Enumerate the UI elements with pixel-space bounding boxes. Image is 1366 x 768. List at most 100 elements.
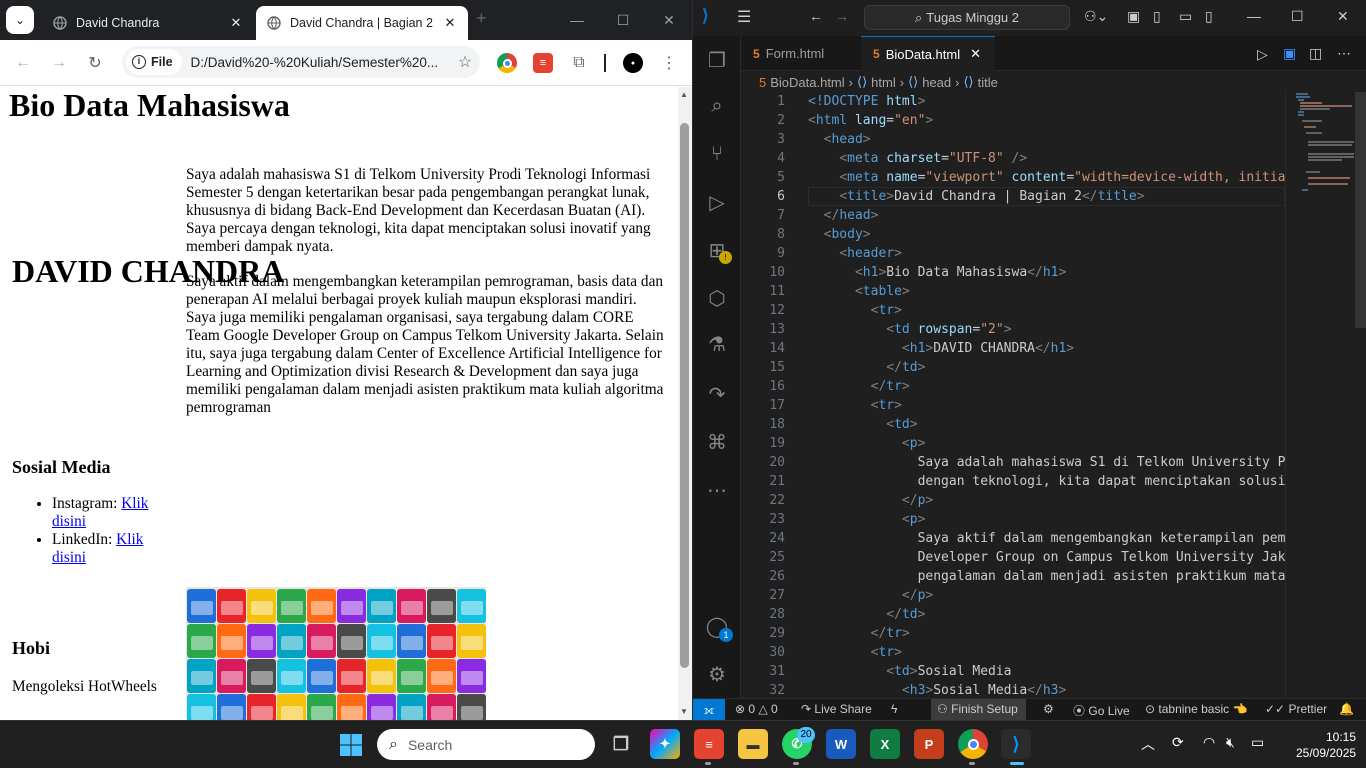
code-line[interactable]: 9 <header> (741, 244, 1285, 263)
source-control-icon[interactable]: ⑂ (705, 142, 729, 166)
battery-icon[interactable]: ▭ (1251, 734, 1264, 751)
run-debug-icon[interactable]: ▷ (705, 190, 729, 214)
code-line[interactable]: 10 <h1>Bio Data Mahasiswa</h1> (741, 263, 1285, 282)
close-tab-icon[interactable]: ✕ (442, 15, 458, 31)
extensions-puzzle-icon[interactable]: ⧉ (569, 53, 589, 73)
code-line[interactable]: 30 <tr> (741, 643, 1285, 662)
code-line[interactable]: 25 Developer Group on Campus Telkom Univ… (741, 548, 1285, 567)
code-line[interactable]: 13 <td rowspan="2"> (741, 320, 1285, 339)
code-line[interactable]: 28 </td> (741, 605, 1285, 624)
code-line[interactable]: 17 <tr> (741, 396, 1285, 415)
code-line[interactable]: 18 <td> (741, 415, 1285, 434)
live-share-status[interactable]: ↷ Live Share (801, 702, 872, 716)
scroll-up-icon[interactable]: ▲ (680, 90, 688, 99)
browser-tab-active[interactable]: David Chandra | Bagian 2 ✕ (256, 6, 468, 40)
extensions-sync-icon[interactable]: ⚙ (1043, 702, 1054, 716)
code-line[interactable]: 19 <p> (741, 434, 1285, 453)
file-explorer-icon[interactable]: ▬ (738, 729, 768, 759)
task-view-icon[interactable]: ❐ (606, 729, 636, 759)
more-actions-icon[interactable]: ⋯ (1337, 45, 1351, 62)
code-line[interactable]: 29 </tr> (741, 624, 1285, 643)
todoist-icon[interactable]: ≡ (533, 53, 553, 73)
code-line[interactable]: 22 </p> (741, 491, 1285, 510)
code-line[interactable]: 24 Saya aktif dalam mengembangkan ketera… (741, 529, 1285, 548)
code-line[interactable]: 8 <body> (741, 225, 1285, 244)
toggle-panel-icon[interactable]: ▭ (1179, 8, 1192, 25)
forward-icon[interactable]: → (46, 50, 72, 76)
testing-icon[interactable]: ⚗ (705, 332, 729, 356)
settings-gear-icon[interactable]: ⚙ (705, 662, 729, 686)
open-preview-icon[interactable]: ▣ (1283, 45, 1296, 62)
finish-setup-status[interactable]: ⚇ Finish Setup (931, 699, 1026, 721)
split-editor-icon[interactable]: ◫ (1309, 45, 1322, 62)
toggle-secondary-sidebar-icon[interactable]: ▯ (1205, 8, 1213, 25)
code-line[interactable]: 21 dengan teknologi, kita dapat mencipta… (741, 472, 1285, 491)
minimize-icon[interactable]: — (554, 0, 600, 40)
copilot-icon[interactable]: ⚇⌄ (1084, 8, 1108, 25)
volume-icon[interactable]: 🔇︎ (1226, 734, 1235, 751)
live-share-icon[interactable]: ↷ (705, 382, 729, 406)
remote-indicator-icon[interactable]: ⟗ (693, 699, 725, 721)
code-line[interactable]: 7 </head> (741, 206, 1285, 225)
code-line[interactable]: 3 <head> (741, 130, 1285, 149)
bookmark-star-icon[interactable]: ☆ (450, 52, 480, 72)
maximize-icon[interactable]: ☐ (600, 0, 646, 40)
explorer-icon[interactable]: ❐ (705, 48, 729, 72)
breadcrumb-head[interactable]: head (922, 75, 951, 90)
tabnine-status[interactable]: ⊙ tabnine basic 👈 (1145, 702, 1247, 716)
tab-form-html[interactable]: 5 Form.html (741, 36, 861, 71)
code-line[interactable]: 2 <html lang="en"> (741, 111, 1285, 130)
vscode-app-icon[interactable]: ⟩ (1001, 729, 1031, 759)
code-line[interactable]: 32 <h3>Sosial Media</h3> (741, 681, 1285, 698)
lightning-icon[interactable]: ϟ (891, 702, 897, 716)
chrome-extension-icon[interactable] (497, 53, 517, 73)
excel-icon[interactable]: X (870, 729, 900, 759)
python-icon[interactable]: ⌘ (705, 430, 729, 454)
editor-scrollbar[interactable] (1355, 92, 1366, 698)
breadcrumb-title[interactable]: title (978, 75, 998, 90)
search-icon[interactable]: ⌕ (705, 94, 729, 118)
scroll-down-icon[interactable]: ▼ (680, 707, 688, 716)
reload-icon[interactable]: ↻ (82, 50, 108, 76)
close-window-icon[interactable]: ✕ (646, 0, 692, 40)
go-live-status[interactable]: ⦿ Go Live (1073, 702, 1130, 719)
close-tab-icon[interactable]: ✕ (970, 46, 981, 62)
code-line[interactable]: 26 pengalaman dalam menjadi asisten prak… (741, 567, 1285, 586)
powerpoint-icon[interactable]: P (914, 729, 944, 759)
page-scrollbar[interactable]: ▲ ▼ (678, 87, 692, 720)
code-line[interactable]: 20 Saya adalah mahasiswa S1 di Telkom Un… (741, 453, 1285, 472)
code-line[interactable]: 16 </tr> (741, 377, 1285, 396)
minimap[interactable] (1285, 92, 1355, 698)
extensions-icon[interactable]: ⊞! (705, 238, 732, 264)
code-line[interactable]: 6 <title>David Chandra | Bagian 2</title… (741, 187, 1285, 206)
code-line[interactable]: 31 <td>Sosial Media (741, 662, 1285, 681)
run-icon[interactable]: ▷ (1257, 46, 1268, 63)
accounts-icon[interactable]: ◯ 1 (705, 614, 733, 642)
chrome-app-icon[interactable] (958, 729, 988, 759)
code-line[interactable]: 23 <p> (741, 510, 1285, 529)
close-tab-icon[interactable]: ✕ (228, 15, 244, 31)
sync-icon[interactable]: ⟳ (1172, 734, 1184, 751)
more-icon[interactable]: ⋯ (705, 478, 729, 502)
layout-icon[interactable]: ▣ (1127, 8, 1140, 25)
maximize-icon[interactable]: ☐ (1291, 8, 1304, 25)
code-line[interactable]: 15 </td> (741, 358, 1285, 377)
hamburger-menu-icon[interactable]: ☰ (737, 7, 751, 27)
close-window-icon[interactable]: ✕ (1337, 8, 1349, 25)
code-line[interactable]: 5 <meta name="viewport" content="width=d… (741, 168, 1285, 187)
breadcrumb-file[interactable]: BioData.html (770, 75, 844, 90)
menu-dots-icon[interactable]: ⋮ (659, 53, 679, 73)
code-line[interactable]: 14 <h1>DAVID CHANDRA</h1> (741, 339, 1285, 358)
address-bar[interactable]: i File D:/David%20-%20Kuliah/Semester%20.… (122, 46, 480, 78)
profile-avatar-icon[interactable]: ● (623, 53, 643, 73)
wifi-icon[interactable]: ◠ (1203, 734, 1215, 751)
code-line[interactable]: 27 </p> (741, 586, 1285, 605)
scrollbar-thumb[interactable] (1355, 92, 1366, 328)
minimize-icon[interactable]: — (1247, 8, 1261, 24)
code-line[interactable]: 12 <tr> (741, 301, 1285, 320)
toggle-sidebar-icon[interactable]: ▯ (1153, 8, 1161, 25)
tab-biodata-html[interactable]: 5 BioData.html ✕ (861, 36, 995, 71)
system-clock[interactable]: 10:15 25/09/2025 (1296, 729, 1356, 761)
breadcrumb-html[interactable]: html (871, 75, 896, 90)
new-tab-icon[interactable]: + (476, 8, 487, 29)
